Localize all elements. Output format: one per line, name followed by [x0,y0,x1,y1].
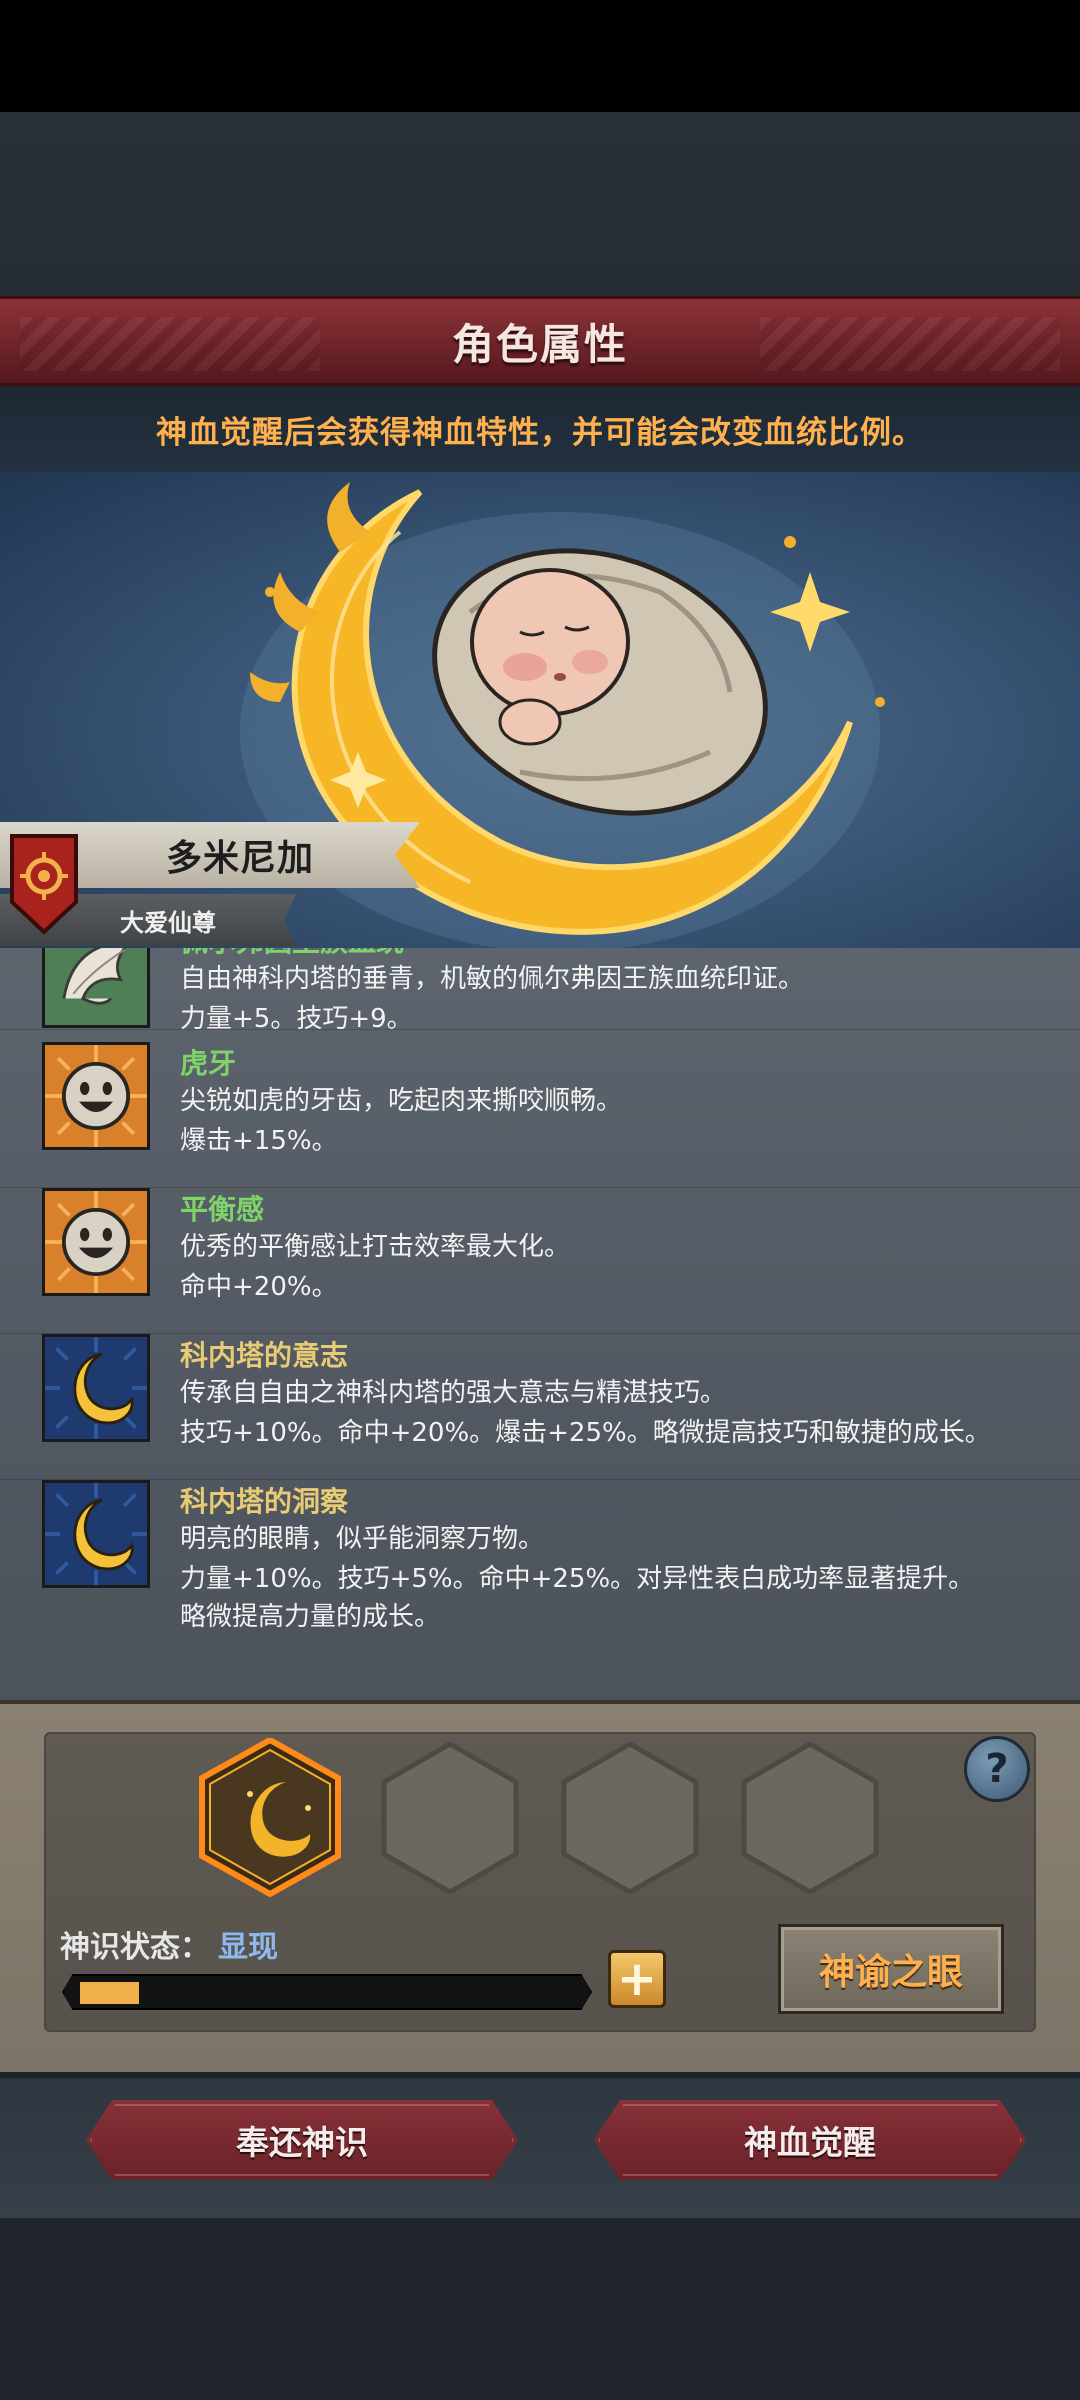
slot-empty[interactable] [381,1741,519,1895]
trait-name: 虎牙 [180,1047,237,1080]
oracle-eye-button[interactable]: 神谕之眼 [778,1924,1004,2014]
header-bar: 角色属性 [0,296,1080,386]
trait-name: 平衡感 [180,1193,265,1226]
trait-row: 平衡感 优秀的平衡感让打击效率最大化。 命中+20%。 [0,1188,1080,1334]
white-feather-icon [42,948,150,1028]
trait-row: 佩尔弗因王族血统 自由神科内塔的垂青，机敏的佩尔弗因王族血统印证。 力量+5。技… [0,948,1080,1034]
page-title: 角色属性 [451,320,628,368]
trait-desc: 优秀的平衡感让打击效率最大化。 [180,1232,571,1262]
trait-desc: 明亮的眼睛，似乎能洞察万物。 [180,1524,545,1554]
slot-row [199,1738,879,1898]
divine-blood-awaken-label: 神血觉醒 [744,2123,876,2162]
trait-name: 科内塔的洞察 [180,1485,349,1518]
trait-stats: 力量+10%。技巧+5%。命中+25%。对异性表白成功率显著提升。 [180,1564,975,1594]
return-divine-sense-label: 奉还神识 [236,2123,368,2162]
subtitle-bar: 神血觉醒后会获得神血特性，并可能会改变血统比例。 [0,386,1080,472]
trait-list[interactable]: 佩尔弗因王族血统 自由神科内塔的垂青，机敏的佩尔弗因王族血统印证。 力量+5。技… [0,948,1080,1700]
add-button[interactable]: + [608,1950,666,2008]
trait-row: 科内塔的洞察 明亮的眼睛，似乎能洞察万物。 力量+10%。技巧+5%。命中+25… [0,1480,1080,1670]
trait-stats: 力量+5。技巧+9。 [180,1004,413,1034]
golden-crescent-icon [42,1480,150,1588]
golden-crescent-icon [42,1334,150,1442]
trait-name: 科内塔的意志 [180,1339,349,1372]
trait-row: 科内塔的意志 传承自自由之神科内塔的强大意志与精湛技巧。 技巧+10%。命中+2… [0,1334,1080,1480]
trait-stats: 爆击+15%。 [180,1126,338,1156]
smiley-face-icon [42,1188,150,1296]
trait-desc: 自由神科内塔的垂青，机敏的佩尔弗因王族血统印证。 [180,964,805,994]
divine-blood-awaken-button[interactable]: 神血觉醒 [594,2100,1026,2180]
slot-empty[interactable] [741,1741,879,1895]
divine-progress-fill [80,1982,139,2004]
slot-empty[interactable] [561,1741,699,1895]
trait-desc: 尖锐如虎的牙齿，吃起肉来撕咬顺畅。 [180,1086,623,1116]
crest-shield-icon [10,834,78,935]
divine-state-value: 显现 [218,1930,278,1965]
slot-active[interactable] [199,1738,341,1898]
status-bar-area [0,0,1080,112]
help-button[interactable]: ? [964,1736,1030,1802]
oracle-eye-label: 神谕之眼 [818,1952,963,1993]
divine-state-label: 神识状态： [60,1930,210,1965]
subtitle-text: 神血觉醒后会获得神血特性，并可能会改变血统比例。 [156,414,924,451]
trait-stats: 命中+20%。 [180,1272,338,1302]
smiley-face-icon [42,1042,150,1150]
trait-row: 虎牙 尖锐如虎的牙齿，吃起肉来撕咬顺畅。 爆击+15%。 [0,1042,1080,1188]
character-name: 多米尼加 [165,838,314,879]
divine-progress-track [62,1974,592,2010]
return-divine-sense-button[interactable]: 奉还神识 [86,2100,518,2180]
character-title: 大爱仙尊 [120,908,216,937]
trait-extra: 略微提高力量的成长。 [180,1602,441,1632]
trait-stats: 技巧+10%。命中+20%。爆击+25%。略微提高技巧和敏捷的成长。 [180,1418,991,1448]
trait-desc: 传承自自由之神科内塔的强大意志与精湛技巧。 [180,1378,727,1408]
